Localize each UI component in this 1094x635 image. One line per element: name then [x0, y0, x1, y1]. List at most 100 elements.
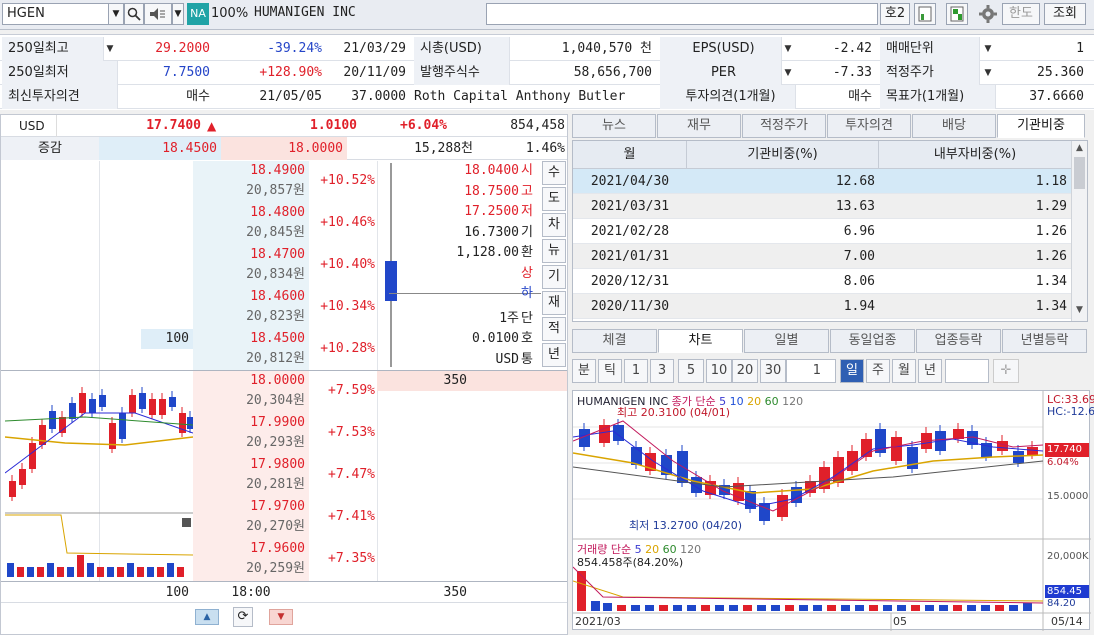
limit-button[interactable]: 한도 [1002, 3, 1040, 25]
chart-control[interactable]: 분 [572, 359, 596, 383]
chart-tab[interactable]: 동일업종 [830, 329, 915, 353]
crosshair-icon[interactable]: ✛ [993, 359, 1019, 383]
chart-control[interactable]: 30 [760, 359, 786, 383]
insider-cell: 1.34 [1035, 299, 1067, 314]
side-button[interactable]: 뉴 [542, 239, 566, 263]
side-button[interactable]: 도 [542, 187, 566, 211]
eps: -2.42 [832, 41, 872, 56]
totals-row: 100 18:00 350 [1, 581, 567, 603]
bid-price: 17.9800 [250, 457, 305, 472]
ohlc-key: 저 [521, 204, 533, 219]
symbol-dropdown-icon[interactable]: ▼ [108, 3, 124, 25]
dropdown-icon[interactable]: ▼ [104, 42, 116, 56]
side-button[interactable]: 적 [542, 317, 566, 341]
mini-candle [119, 413, 126, 439]
right-tab[interactable]: 투자의견 [827, 114, 911, 138]
mini-candle [89, 399, 96, 413]
right-tab[interactable]: 기관비중 [997, 114, 1085, 138]
volume-bar [715, 605, 724, 611]
y-axis-label: 15.0000 [1047, 491, 1089, 502]
symbol-input[interactable]: HGEN [2, 3, 110, 25]
query-button[interactable]: 조회 [1044, 3, 1086, 25]
chart-tab[interactable]: 업종등락 [916, 329, 1001, 353]
chart-control[interactable]: 5 [678, 359, 704, 383]
search-icon[interactable] [124, 3, 144, 25]
time: 18:00 [231, 585, 271, 600]
right-tab[interactable]: 배당 [912, 114, 996, 138]
institution-cell: 8.06 [843, 274, 875, 289]
dropdown-icon[interactable]: ▼ [782, 66, 794, 80]
ask-rate: +10.40% [320, 257, 375, 272]
mini-candle [149, 399, 156, 415]
right-tab[interactable]: 뉴스 [572, 114, 656, 138]
chart-control[interactable]: 3 [650, 359, 674, 383]
scroll-thumb[interactable] [1074, 157, 1085, 189]
chart-control[interactable]: 10 [706, 359, 732, 383]
volume-bar [841, 605, 850, 611]
mini-chart-svg [4, 387, 194, 577]
dropdown-icon[interactable]: ▼ [982, 66, 994, 80]
x-axis-start: 2021/03 [575, 615, 621, 628]
chart-tab[interactable]: 차트 [658, 329, 743, 353]
side-button[interactable]: 년 [542, 343, 566, 367]
chart-small-icon[interactable] [914, 3, 936, 25]
scroll-down-icon[interactable]: ▼ [1074, 305, 1085, 317]
table-row[interactable]: 2021/04/30 12.68 1.18 [573, 169, 1071, 194]
chart-control[interactable]: 월 [892, 359, 916, 383]
table-row[interactable]: 2021/03/31 13.63 1.29 [573, 194, 1071, 219]
chart-tab[interactable]: 일별 [744, 329, 829, 353]
ask-price: 18.4700 [250, 247, 305, 262]
chart-tab[interactable]: 년별등락 [1002, 329, 1087, 353]
side-button[interactable]: 기 [542, 265, 566, 289]
scroll-up-icon[interactable]: ▲ [1074, 143, 1085, 155]
table-row[interactable]: 2021/01/31 7.00 1.26 [573, 244, 1071, 269]
side-button[interactable]: 차 [542, 213, 566, 237]
side-button[interactable]: 재 [542, 291, 566, 315]
current-price: 17.7400 [146, 118, 201, 133]
table-row[interactable]: 2020/12/31 8.06 1.34 [573, 269, 1071, 294]
chart-control[interactable]: 1 [624, 359, 648, 383]
chart-control[interactable]: 주 [866, 359, 890, 383]
bid-qty: 350 [443, 373, 467, 388]
mini-candle [139, 393, 146, 409]
right-panel: 뉴스 재무 적정주가 투자의견 배당 기관비중 월 기관비중(%) 내부자비중(%) 20… [572, 114, 1094, 635]
volume-bar [827, 605, 836, 611]
gear-icon[interactable] [976, 3, 1000, 25]
ask-rate: +10.46% [320, 215, 375, 230]
right-tab[interactable]: 적정주가 [742, 114, 826, 138]
volume-bar [577, 571, 586, 611]
table-row[interactable]: 2021/02/28 6.96 1.26 [573, 219, 1071, 244]
bid-won: 20,304원 [246, 393, 305, 408]
chart-control[interactable]: 틱 [598, 359, 622, 383]
side-button[interactable]: 수 [542, 161, 566, 185]
chart-control[interactable]: 년 [918, 359, 942, 383]
scroll-up-button[interactable]: ▲ [195, 609, 219, 625]
right-tab[interactable]: 재무 [657, 114, 741, 138]
label-fair-price: 적정주가 [880, 61, 980, 85]
speaker-dropdown-icon[interactable]: ▼ [172, 3, 184, 25]
volume-bar [631, 605, 640, 611]
chart-control[interactable]: 20 [732, 359, 758, 383]
ho-button[interactable]: 호2 [880, 3, 910, 25]
grid-scrollbar[interactable]: ▲ ▼ [1071, 141, 1087, 321]
dropdown-icon[interactable]: ▼ [782, 42, 794, 56]
chart-control[interactable]: 1 [786, 359, 836, 383]
label-trade-unit: 매매단위 [880, 37, 980, 61]
refresh-icon[interactable]: ⟳ [233, 607, 253, 627]
target-price: 37.6660 [1029, 89, 1084, 104]
chart-green-icon[interactable] [946, 3, 968, 25]
mini-volume [87, 563, 94, 577]
period-input[interactable] [945, 359, 989, 383]
ask-won: 20,845원 [246, 225, 305, 240]
volume-bar [967, 605, 976, 611]
scroll-down-button[interactable]: ▼ [269, 609, 293, 625]
table-row[interactable]: 2020/11/30 1.94 1.34 [573, 294, 1071, 319]
chart-control[interactable]: 일 [840, 359, 864, 383]
mini-volume [157, 567, 164, 577]
chart-tab[interactable]: 체결 [572, 329, 657, 353]
dropdown-icon[interactable]: ▼ [982, 42, 994, 56]
volume-bar [603, 603, 612, 611]
top-toolbar: HGEN ▼ ▼ NA 100% HUMANIGEN INC 호2 한도 조회 [0, 0, 1094, 30]
ma-20: 20 [747, 395, 762, 408]
speaker-icon[interactable] [144, 3, 172, 25]
